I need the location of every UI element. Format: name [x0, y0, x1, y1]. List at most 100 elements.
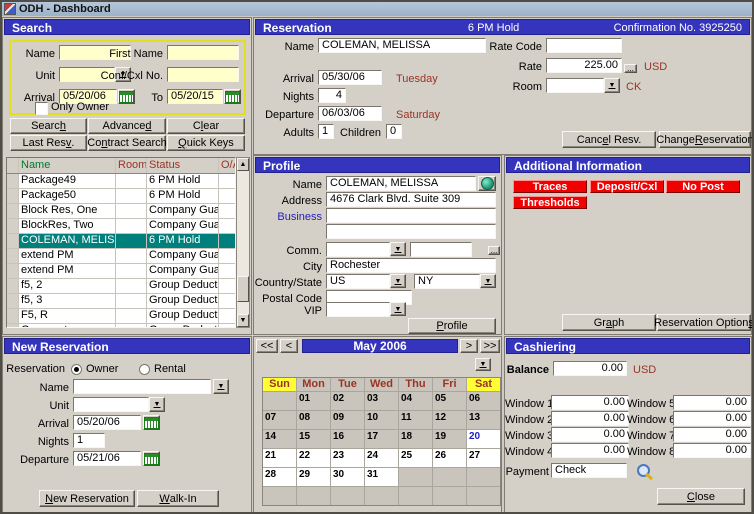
scroll-up-button[interactable]: ▲ [237, 158, 249, 171]
only-owner-checkbox[interactable] [35, 102, 48, 115]
deposit-cxl-lamp[interactable]: Deposit/Cxl [590, 180, 664, 193]
table-row[interactable]: Package496 PM Hold [7, 174, 235, 189]
calendar-day[interactable]: 28 [263, 468, 296, 486]
traces-lamp[interactable]: Traces [513, 180, 587, 193]
thresholds-lamp[interactable]: Thresholds [513, 196, 587, 209]
calendar-day[interactable]: 01 [297, 392, 330, 410]
title-bar[interactable]: ODH - Dashboard [2, 2, 752, 16]
calendar-day[interactable]: 07 [263, 411, 296, 429]
table-row[interactable]: f5, 3Group Deduct [7, 294, 235, 309]
calendar-day[interactable] [331, 487, 364, 505]
clear-button[interactable]: Clear [167, 118, 245, 134]
last-resv-button[interactable]: Last Resv. [10, 135, 87, 151]
country-combo-button[interactable]: ▼ [390, 274, 406, 288]
calendar-day[interactable] [433, 487, 466, 505]
profile-globe-button[interactable] [478, 176, 496, 191]
calendar-dropdown-button[interactable]: ▼ [475, 358, 491, 371]
profile-name-input[interactable]: COLEMAN, MELISSA [326, 176, 476, 191]
address-input[interactable]: 4676 Clark Blvd. Suite 309 [326, 192, 496, 207]
business-input[interactable] [326, 208, 496, 223]
calendar-day[interactable]: 13 [467, 411, 500, 429]
owner-radio[interactable] [71, 364, 82, 375]
calendar-day[interactable] [467, 487, 500, 505]
calendar-day-today[interactable]: 20 [467, 430, 500, 448]
quick-keys-button[interactable]: Quick Keys [167, 135, 245, 151]
calendar-day[interactable]: 05 [433, 392, 466, 410]
comm-combo-button[interactable]: ▼ [390, 242, 406, 256]
calendar-day[interactable]: 02 [331, 392, 364, 410]
search-to-input[interactable]: 05/20/15 [167, 89, 223, 104]
search-first-name-input[interactable] [167, 45, 239, 60]
col-header-name[interactable]: Name [19, 158, 116, 173]
table-row[interactable]: Block Res, OneCompany Guara [7, 204, 235, 219]
calendar-day[interactable]: 31 [365, 468, 398, 486]
newres-nights-input[interactable]: 1 [73, 433, 105, 448]
rate-code-input[interactable] [546, 38, 622, 53]
nights-input[interactable]: 4 [318, 88, 346, 103]
close-button[interactable]: Close [657, 488, 745, 505]
arrival-calendar-button[interactable] [118, 89, 135, 104]
balance-input[interactable]: 0.00 [553, 361, 627, 376]
window-6-input[interactable]: 0.00 [673, 411, 751, 426]
col-header-status[interactable]: Status [147, 158, 219, 173]
children-input[interactable]: 0 [386, 124, 402, 139]
to-calendar-button[interactable] [224, 89, 241, 104]
search-conf-cxl-input[interactable] [167, 67, 239, 82]
search-button[interactable]: Search [10, 118, 87, 134]
col-header-oa[interactable]: O/A [219, 158, 235, 173]
calendar-day[interactable]: 11 [399, 411, 432, 429]
rental-radio[interactable] [139, 364, 150, 375]
new-reservation-button[interactable]: New Reservation [39, 490, 135, 507]
calendar-day[interactable]: 19 [433, 430, 466, 448]
prev-year-button[interactable]: << [256, 339, 278, 353]
state-input[interactable]: NY [414, 274, 480, 289]
table-scrollbar[interactable]: ▲ ▼ [236, 157, 250, 328]
calendar-day[interactable] [365, 487, 398, 505]
magnifier-icon[interactable] [637, 464, 650, 477]
newres-arrival-calendar-button[interactable] [143, 415, 160, 430]
res-name-input[interactable]: COLEMAN, MELISSA [318, 38, 486, 53]
calendar-day[interactable]: 09 [331, 411, 364, 429]
calendar-day[interactable]: 27 [467, 449, 500, 467]
col-header-room[interactable]: Room [116, 158, 147, 173]
calendar-day[interactable]: 18 [399, 430, 432, 448]
table-row[interactable]: extend PMCompany Guara [7, 264, 235, 279]
newres-unit-combo-button[interactable]: ▼ [149, 397, 165, 412]
room-input[interactable] [546, 78, 604, 93]
calendar-day[interactable]: 14 [263, 430, 296, 448]
walk-in-button[interactable]: Walk-In [137, 490, 219, 507]
newres-arrival-input[interactable]: 05/20/06 [73, 415, 141, 430]
newres-name-input[interactable] [73, 379, 211, 394]
table-row-selected[interactable]: COLEMAN, MELISSA6 PM Hold [7, 234, 235, 249]
calendar-day[interactable]: 17 [365, 430, 398, 448]
calendar-day[interactable] [433, 468, 466, 486]
reservation-options-button[interactable]: Reservation Options [657, 314, 751, 331]
next-year-button[interactable]: >> [480, 339, 500, 353]
window-8-input[interactable]: 0.00 [673, 443, 751, 458]
calendar-day[interactable]: 15 [297, 430, 330, 448]
next-month-button[interactable]: > [460, 339, 478, 353]
calendar-day[interactable] [399, 487, 432, 505]
calendar-day[interactable]: 25 [399, 449, 432, 467]
no-post-lamp[interactable]: No Post [666, 180, 740, 193]
calendar-day[interactable]: 22 [297, 449, 330, 467]
comm-value-input[interactable] [410, 242, 472, 257]
calendar-day[interactable] [467, 468, 500, 486]
newres-name-combo-button[interactable]: ▼ [213, 379, 229, 394]
calendar-day[interactable] [263, 487, 296, 505]
table-row[interactable]: extend PMCompany Guara [7, 249, 235, 264]
calendar-day[interactable]: 12 [433, 411, 466, 429]
calendar-day[interactable] [263, 392, 296, 410]
payment-input[interactable]: Check [551, 463, 627, 478]
contract-search-button[interactable]: Contract Search [88, 135, 166, 151]
comm-ellipsis-button[interactable]: ... [488, 246, 500, 255]
scroll-down-button[interactable]: ▼ [237, 314, 249, 327]
calendar-day[interactable] [297, 487, 330, 505]
scrollbar-thumb[interactable] [237, 276, 249, 302]
calendar-day[interactable] [399, 468, 432, 486]
calendar-day[interactable]: 26 [433, 449, 466, 467]
calendar-day[interactable]: 06 [467, 392, 500, 410]
window-7-input[interactable]: 0.00 [673, 427, 751, 442]
comm-type-input[interactable] [326, 242, 390, 257]
window-3-input[interactable]: 0.00 [551, 427, 629, 442]
